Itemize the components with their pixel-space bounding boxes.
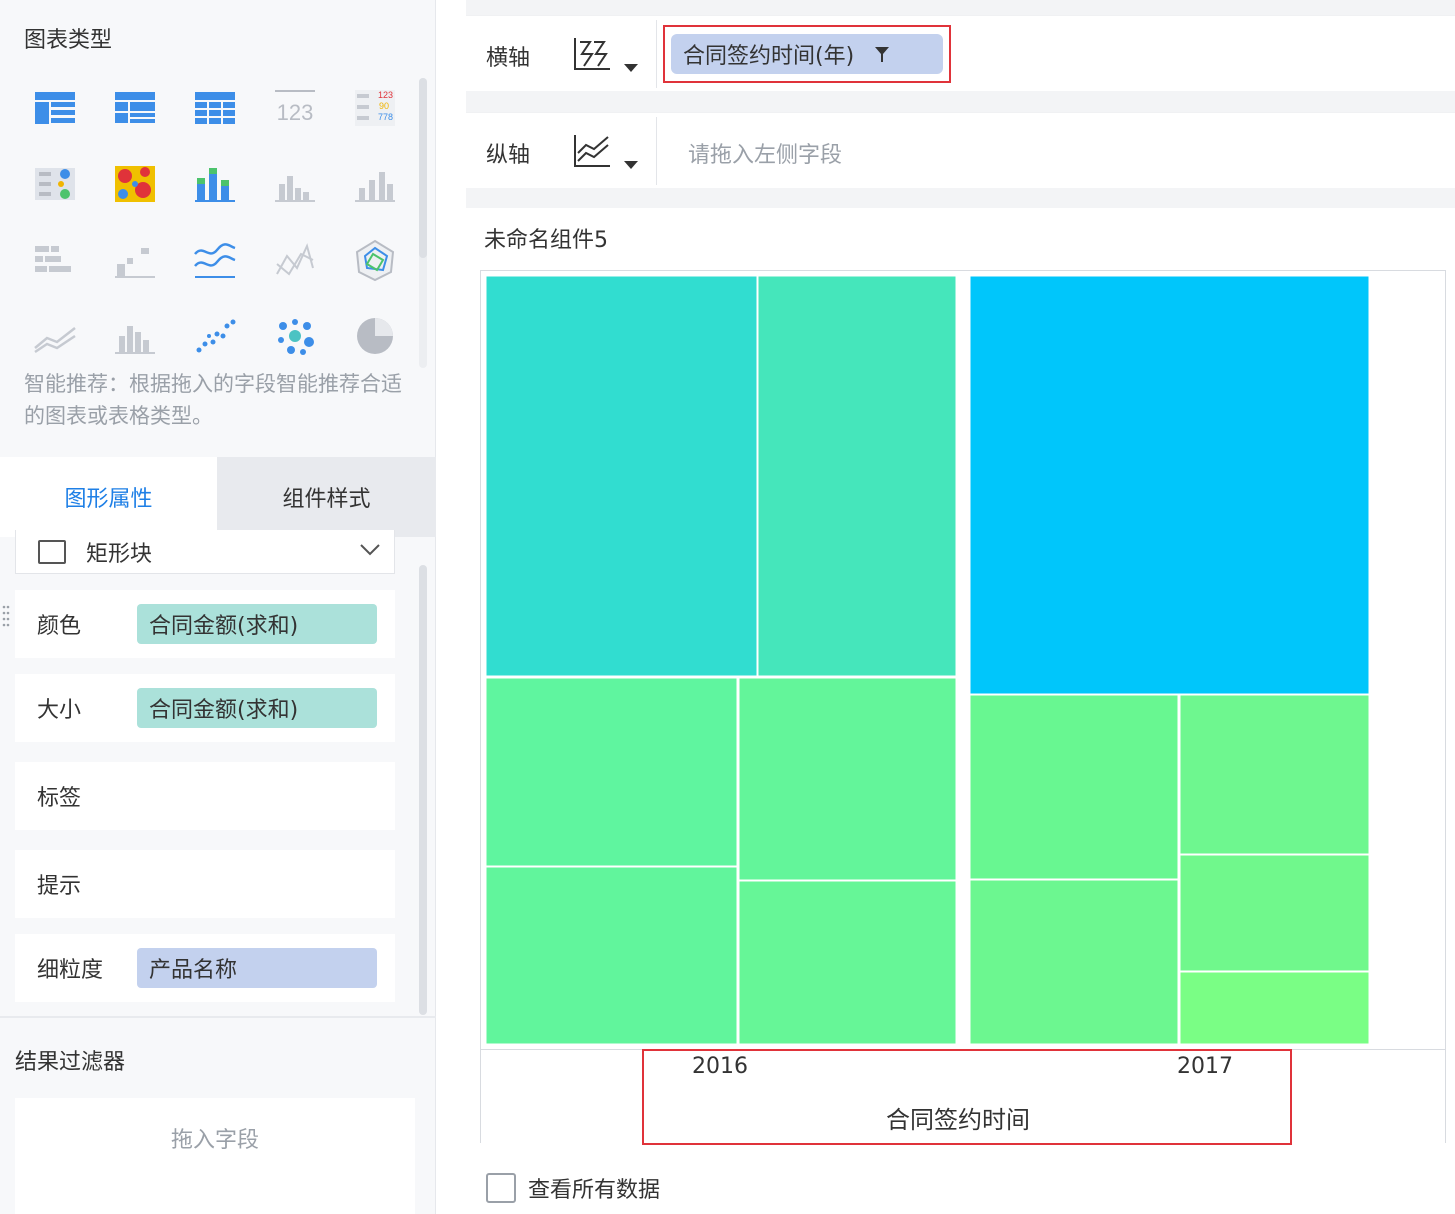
multi-line-icon[interactable] (175, 222, 255, 298)
bar-split-icon[interactable] (15, 222, 95, 298)
scatter-icon[interactable] (175, 298, 255, 374)
kpi-number-icon[interactable]: 123 (255, 70, 335, 146)
property-color[interactable]: 颜色 合同金额(求和) (15, 590, 395, 658)
svg-text:778: 778 (378, 112, 393, 122)
drag-handle-icon[interactable] (2, 604, 10, 628)
view-all-data-toggle[interactable]: 查看所有数据 (486, 1172, 660, 1204)
x-axis-separator (656, 20, 657, 88)
treemap-block-2017-5[interactable] (969, 879, 1179, 1045)
color-field-chip[interactable]: 合同金额(求和) (137, 604, 377, 644)
dot-legend-icon[interactable] (15, 146, 95, 222)
group-table-icon[interactable] (95, 70, 175, 146)
chart-types-title: 图表类型 (24, 28, 113, 53)
treemap-block-2017-1[interactable] (969, 275, 1370, 695)
treemap-block-2017-4[interactable] (1179, 854, 1370, 972)
x-axis-title-highlight-box (642, 1049, 1292, 1145)
radar-icon[interactable] (335, 222, 415, 298)
shape-type-select[interactable]: 矩形块 (15, 530, 395, 574)
property-size[interactable]: 大小 合同金额(求和) (15, 674, 395, 742)
granularity-field-chip[interactable]: 产品名称 (137, 948, 377, 988)
treemap-block-2016-5[interactable] (485, 866, 738, 1045)
heatmap-icon[interactable] (95, 146, 175, 222)
treemap-block-2017-2[interactable] (969, 694, 1179, 880)
treemap-block-2016-4[interactable] (738, 677, 957, 881)
x-axis-type-icon[interactable] (572, 34, 612, 74)
y-axis-label: 纵轴 (486, 143, 531, 168)
axis-top-gap (466, 0, 1455, 15)
granularity-label: 细粒度 (37, 958, 104, 983)
treemap-block-2016-3[interactable] (485, 677, 738, 867)
svg-text:90: 90 (379, 101, 389, 111)
widget-title[interactable]: 未命名组件5 (484, 222, 608, 254)
axis-bottom-gap (466, 188, 1455, 208)
x-axis-label: 横轴 (486, 46, 531, 71)
axis-mid-gap (466, 91, 1455, 112)
x-axis-caret-icon[interactable] (624, 64, 638, 72)
tab-graphic-properties[interactable]: 图形属性 (0, 457, 217, 537)
grouped-column-icon[interactable] (95, 298, 175, 374)
bubble-icon[interactable] (255, 298, 335, 374)
pie-icon[interactable] (335, 298, 415, 374)
x-axis-bar[interactable]: 横轴 合同签约时间(年) (466, 15, 1455, 91)
column-chart-icon[interactable] (255, 146, 335, 222)
property-tabs: 图形属性 组件样式 (0, 457, 436, 537)
property-tooltip[interactable]: 提示 (15, 850, 395, 918)
cross-table-icon[interactable] (175, 70, 255, 146)
x-axis-highlight-box (663, 25, 951, 83)
left-panel: 图表类型 123 123 90 778 智能推荐：根据拖入的字段智能推荐合适的图… (0, 0, 436, 1214)
multi-column-chart-icon[interactable] (335, 146, 415, 222)
color-table-icon[interactable]: 123 90 778 (335, 70, 415, 146)
step-chart-icon[interactable] (95, 222, 175, 298)
label-label: 标签 (37, 786, 82, 811)
result-filter-title: 结果过滤器 (15, 1050, 126, 1075)
chevron-down-icon[interactable] (358, 538, 382, 562)
result-filter-dropzone[interactable]: 拖入字段 (15, 1098, 415, 1214)
y-axis-bar[interactable]: 纵轴 请拖入左侧字段 (466, 112, 1455, 188)
property-granularity[interactable]: 细粒度 产品名称 (15, 934, 395, 1002)
shape-type-label: 矩形块 (86, 541, 153, 567)
y-axis-caret-icon[interactable] (624, 161, 638, 169)
radar-line-icon[interactable] (255, 222, 335, 298)
stacked-bar-icon[interactable] (175, 146, 255, 222)
rectangle-shape-icon (38, 539, 66, 564)
treemap-block-2017-3[interactable] (1179, 694, 1370, 855)
treemap-block-2016-6[interactable] (738, 880, 957, 1045)
size-field-chip[interactable]: 合同金额(求和) (137, 688, 377, 728)
table-icon[interactable] (15, 70, 95, 146)
svg-text:123: 123 (277, 100, 314, 125)
size-label: 大小 (37, 698, 82, 723)
y-axis-type-icon[interactable] (572, 131, 612, 171)
tab-component-style[interactable]: 组件样式 (217, 457, 436, 537)
svg-text:123: 123 (378, 90, 393, 100)
treemap-block-2017-6[interactable] (1179, 971, 1370, 1045)
smart-recommend-text: 智能推荐：根据拖入的字段智能推荐合适的图表或表格类型。 (24, 372, 402, 428)
property-label[interactable]: 标签 (15, 762, 395, 830)
y-axis-placeholder[interactable]: 请拖入左侧字段 (688, 137, 842, 169)
chart-types-scrollbar[interactable] (419, 78, 427, 258)
y-axis-separator (656, 117, 657, 185)
chart-type-grid: 123 123 90 778 (15, 70, 415, 370)
view-all-checkbox[interactable] (486, 1173, 516, 1203)
tooltip-label: 提示 (37, 874, 82, 899)
treemap-block-2016-1[interactable] (485, 275, 758, 677)
treemap-chart (485, 275, 1370, 1045)
section-divider (0, 1016, 436, 1018)
properties-scrollbar[interactable] (419, 565, 427, 1015)
area-line-icon[interactable] (15, 298, 95, 374)
treemap-block-2016-2[interactable] (757, 275, 957, 677)
view-all-label: 查看所有数据 (528, 1178, 661, 1203)
right-panel: 横轴 合同签约时间(年) 纵轴 请拖入左侧字段 未命名组件5 2016 2017… (436, 0, 1455, 1214)
color-label: 颜色 (37, 614, 82, 639)
